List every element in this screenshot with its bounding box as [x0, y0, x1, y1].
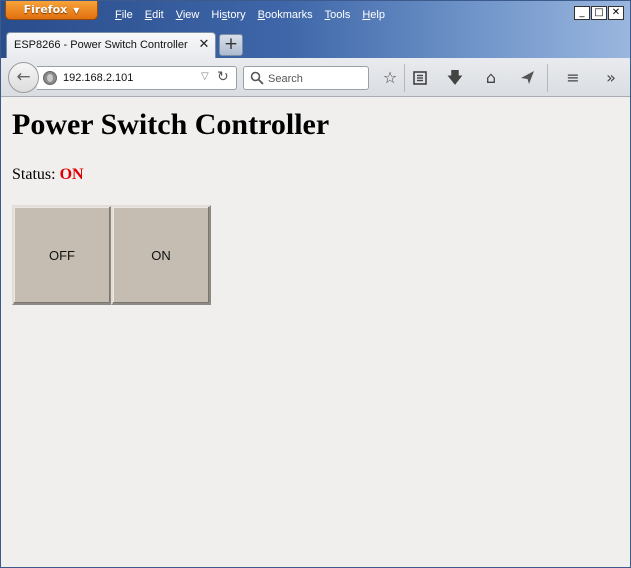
menu-file[interactable]: File	[109, 9, 139, 21]
share-send-icon[interactable]	[516, 67, 538, 89]
history-dropdown-icon[interactable]: ▽	[201, 71, 209, 82]
search-icon	[250, 71, 264, 85]
globe-icon	[43, 71, 57, 85]
back-button[interactable]: ←	[8, 62, 39, 93]
download-icon[interactable]: 🡇	[444, 67, 466, 89]
tab-title: ESP8266 - Power Switch Controller	[14, 39, 188, 51]
tab-active[interactable]: ESP8266 - Power Switch Controller ✕	[6, 32, 216, 58]
maximize-icon[interactable]: □	[591, 6, 607, 20]
menu-bookmarks[interactable]: Bookmarks	[252, 9, 319, 21]
firefox-menu-button[interactable]: Firefox ▼	[5, 1, 98, 20]
status-line: Status: ON	[12, 166, 84, 184]
bookmarks-list-icon[interactable]	[409, 67, 431, 89]
page-title: Power Switch Controller	[12, 108, 330, 141]
url-bar[interactable]: 192.168.2.101 ▽ ↻	[37, 66, 237, 90]
close-tab-icon[interactable]: ✕	[197, 37, 211, 52]
toolbar-separator	[547, 64, 548, 92]
menu-tools[interactable]: Tools	[319, 9, 357, 21]
toolbar-separator	[404, 64, 405, 92]
off-button[interactable]: OFF	[12, 205, 112, 305]
menu-edit[interactable]: Edit	[139, 9, 170, 21]
url-text: 192.168.2.101	[63, 72, 134, 84]
new-tab-icon[interactable]: +	[219, 34, 243, 56]
status-label: Status:	[12, 166, 56, 183]
bookmark-star-icon[interactable]: ☆	[379, 67, 401, 89]
minimize-icon[interactable]: _	[574, 6, 590, 20]
reload-icon[interactable]: ↻	[217, 69, 229, 85]
home-icon[interactable]: ⌂	[480, 67, 502, 89]
search-bar[interactable]	[243, 66, 369, 90]
navigation-toolbar: 192.168.2.101 ▽ ↻ ← ☆ 🡇 ⌂ ≡ »	[1, 58, 630, 97]
search-input[interactable]	[268, 71, 364, 86]
dropdown-arrow-icon: ▼	[73, 6, 80, 15]
close-window-icon[interactable]: ✕	[608, 6, 624, 20]
menu-view[interactable]: View	[170, 9, 206, 21]
firefox-menu-label: Firefox	[23, 3, 68, 16]
menu-bar: File Edit View History Bookmarks Tools H…	[109, 9, 391, 21]
window-controls: _ □ ✕	[574, 6, 624, 20]
hamburger-menu-icon[interactable]: ≡	[562, 67, 584, 89]
overflow-chevron-icon[interactable]: »	[600, 67, 622, 89]
title-bar: Firefox ▼ File Edit View History Bookmark…	[1, 1, 630, 58]
status-value: ON	[59, 166, 84, 183]
menu-help[interactable]: Help	[356, 9, 391, 21]
menu-history[interactable]: History	[205, 9, 251, 21]
back-arrow-icon: ←	[16, 67, 31, 87]
browser-window: Firefox ▼ File Edit View History Bookmark…	[0, 0, 631, 568]
page-content: Power Switch Controller Status: ON OFF O…	[1, 98, 630, 567]
on-button[interactable]: ON	[111, 205, 211, 305]
